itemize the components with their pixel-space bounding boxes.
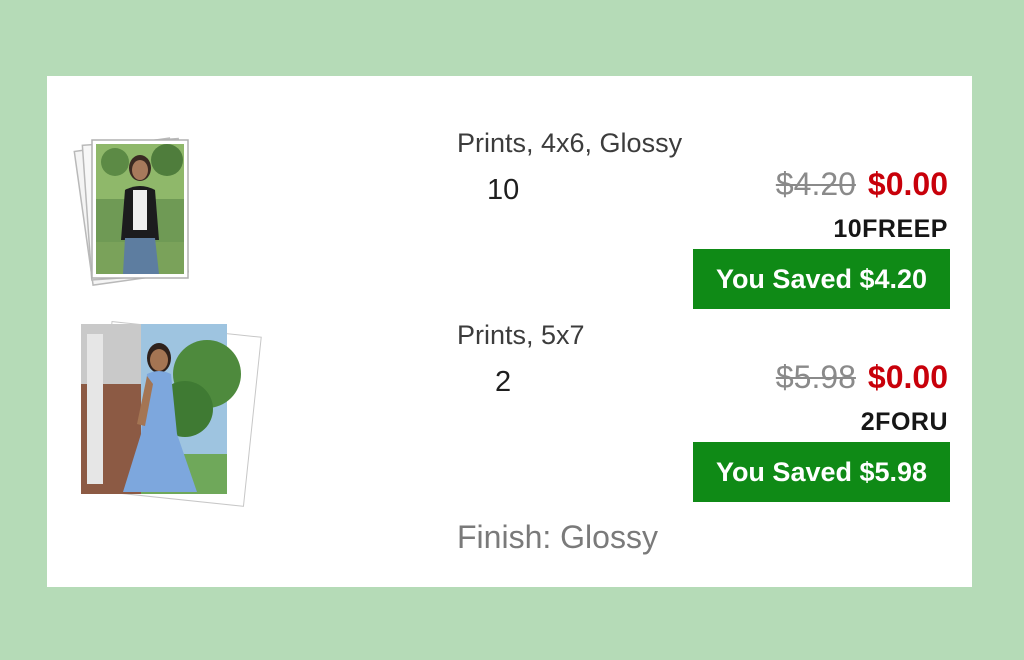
item-thumbnail-4x6[interactable] — [67, 132, 197, 287]
item-thumbnail-5x7[interactable] — [77, 314, 262, 509]
promo-code: 2FORU — [860, 408, 948, 436]
item-quantity: 10 — [487, 174, 520, 206]
sale-price: $0.00 — [867, 359, 948, 395]
savings-badge: You Saved $4.20 — [693, 249, 950, 309]
photo-prints-stack-icon — [81, 321, 262, 507]
item-price-row: $4.20 $0.00 — [776, 166, 948, 203]
item-quantity: 2 — [495, 366, 512, 398]
savings-badge: You Saved $5.98 — [693, 442, 950, 502]
finish-label: Finish: Glossy — [457, 519, 658, 555]
item-price-row: $5.98 $0.00 — [776, 359, 948, 396]
item-name: Prints, 5x7 — [457, 320, 585, 350]
sale-price: $0.00 — [867, 166, 948, 202]
photo-prints-stack-icon — [73, 137, 189, 286]
order-summary-card: Prints, 4x6, Glossy 10 $4.20 $0.00 10FREE… — [47, 76, 972, 587]
original-price: $5.98 — [775, 359, 856, 395]
original-price: $4.20 — [775, 166, 856, 202]
item-name: Prints, 4x6, Glossy — [457, 128, 683, 158]
promo-code: 10FREEP — [833, 215, 948, 243]
